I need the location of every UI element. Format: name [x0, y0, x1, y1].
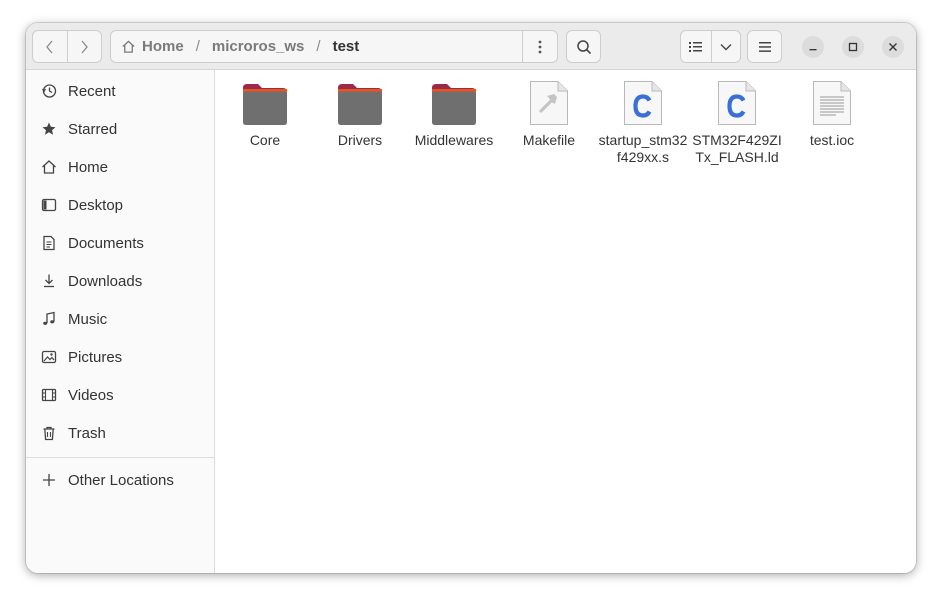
hamburger-menu-icon	[758, 41, 771, 52]
sidebar-item-label: Trash	[68, 424, 106, 442]
file-name: STM32F429ZITx_FLASH.ld	[692, 132, 782, 165]
back-button[interactable]	[33, 31, 67, 62]
list-view-button[interactable]	[681, 31, 712, 62]
file-item-linker-script[interactable]: STM32F429ZITx_FLASH.ld	[690, 78, 784, 166]
file-name: startup_stm32f429xx.s	[598, 132, 688, 165]
home-icon	[122, 40, 135, 53]
maximize-icon	[848, 42, 858, 52]
sidebar-item-downloads[interactable]: Downloads	[26, 264, 214, 298]
chevron-right-icon	[81, 40, 89, 53]
sidebar-item-pictures[interactable]: Pictures	[26, 340, 214, 374]
view-toggle-group	[680, 30, 741, 63]
sidebar-item-label: Other Locations	[68, 471, 174, 489]
c-source-icon	[713, 78, 761, 126]
path-menu-button[interactable]	[522, 31, 557, 62]
maximize-button[interactable]	[842, 36, 864, 58]
main-menu-button[interactable]	[747, 30, 782, 63]
breadcrumb-test[interactable]: test	[333, 38, 360, 55]
kebab-menu-icon	[538, 40, 542, 53]
search-button[interactable]	[566, 30, 601, 63]
breadcrumb-microros-ws[interactable]: microros_ws	[212, 38, 305, 55]
file-item-makefile[interactable]: Makefile	[502, 78, 596, 149]
forward-button[interactable]	[66, 31, 102, 62]
sidebar-item-label: Pictures	[68, 348, 123, 366]
file-name: Middlewares	[414, 132, 494, 148]
file-grid: Core Drivers Middlewares Makefile startu…	[215, 70, 916, 573]
sidebar-item-label: Documents	[68, 234, 144, 252]
close-button[interactable]	[882, 36, 904, 58]
breadcrumb-separator: /	[195, 38, 200, 55]
picture-icon	[39, 347, 59, 367]
breadcrumb: Home / microros_ws / test	[121, 38, 359, 55]
trash-icon	[39, 423, 59, 443]
sidebar-item-desktop[interactable]: Desktop	[26, 188, 214, 222]
file-name: Drivers	[337, 132, 383, 148]
c-source-icon	[619, 78, 667, 126]
sidebar-item-starred[interactable]: Starred	[26, 112, 214, 146]
file-name: test.ioc	[809, 132, 855, 148]
sidebar-item-other-locations[interactable]: Other Locations	[26, 463, 214, 497]
file-manager-window: Home / microros_ws / test Recent Starred…	[26, 23, 916, 573]
search-icon	[576, 39, 591, 54]
path-bar: Home / microros_ws / test	[110, 30, 558, 63]
sidebar-divider	[26, 457, 214, 458]
minimize-icon	[809, 49, 817, 51]
file-name: Core	[249, 132, 281, 148]
sidebar-item-label: Music	[68, 310, 108, 328]
download-icon	[39, 271, 59, 291]
list-view-icon	[688, 41, 702, 52]
file-name: Makefile	[522, 132, 576, 148]
folder-icon	[336, 78, 384, 126]
file-item-core[interactable]: Core	[218, 78, 312, 149]
desktop-icon	[39, 195, 59, 215]
file-item-drivers[interactable]: Drivers	[313, 78, 407, 149]
sidebar-item-videos[interactable]: Videos	[26, 378, 214, 412]
breadcrumb-separator: /	[316, 38, 321, 55]
sidebar-item-home[interactable]: Home	[26, 150, 214, 184]
file-item-test-ioc[interactable]: test.ioc	[785, 78, 879, 149]
sidebar: Recent Starred Home Desktop Documents Do…	[26, 70, 215, 573]
navigation-buttons	[32, 30, 102, 63]
chevron-down-icon	[720, 43, 732, 50]
sidebar-item-music[interactable]: Music	[26, 302, 214, 336]
plus-icon	[39, 470, 59, 490]
home-icon	[39, 157, 59, 177]
document-icon	[39, 233, 59, 253]
sidebar-item-label: Recent	[68, 82, 116, 100]
star-icon	[39, 119, 59, 139]
close-icon	[889, 43, 897, 51]
sidebar-item-label: Desktop	[68, 196, 124, 214]
clock-icon	[39, 81, 59, 101]
text-file-icon	[808, 78, 856, 126]
file-item-startup-source[interactable]: startup_stm32f429xx.s	[596, 78, 690, 166]
view-options-button[interactable]	[712, 31, 740, 62]
sidebar-item-documents[interactable]: Documents	[26, 226, 214, 260]
music-icon	[39, 309, 59, 329]
file-item-middlewares[interactable]: Middlewares	[407, 78, 501, 149]
makefile-icon	[525, 78, 573, 126]
sidebar-item-trash[interactable]: Trash	[26, 416, 214, 450]
video-icon	[39, 385, 59, 405]
sidebar-item-recent[interactable]: Recent	[26, 74, 214, 108]
folder-icon	[430, 78, 478, 126]
sidebar-item-label: Starred	[68, 120, 118, 138]
chevron-left-icon	[45, 40, 53, 53]
breadcrumb-home[interactable]: Home	[142, 38, 184, 55]
sidebar-item-label: Downloads	[68, 272, 143, 290]
sidebar-item-label: Videos	[68, 386, 114, 404]
header-bar: Home / microros_ws / test	[26, 23, 916, 70]
folder-icon	[241, 78, 289, 126]
minimize-button[interactable]	[802, 36, 824, 58]
sidebar-item-label: Home	[68, 158, 109, 176]
